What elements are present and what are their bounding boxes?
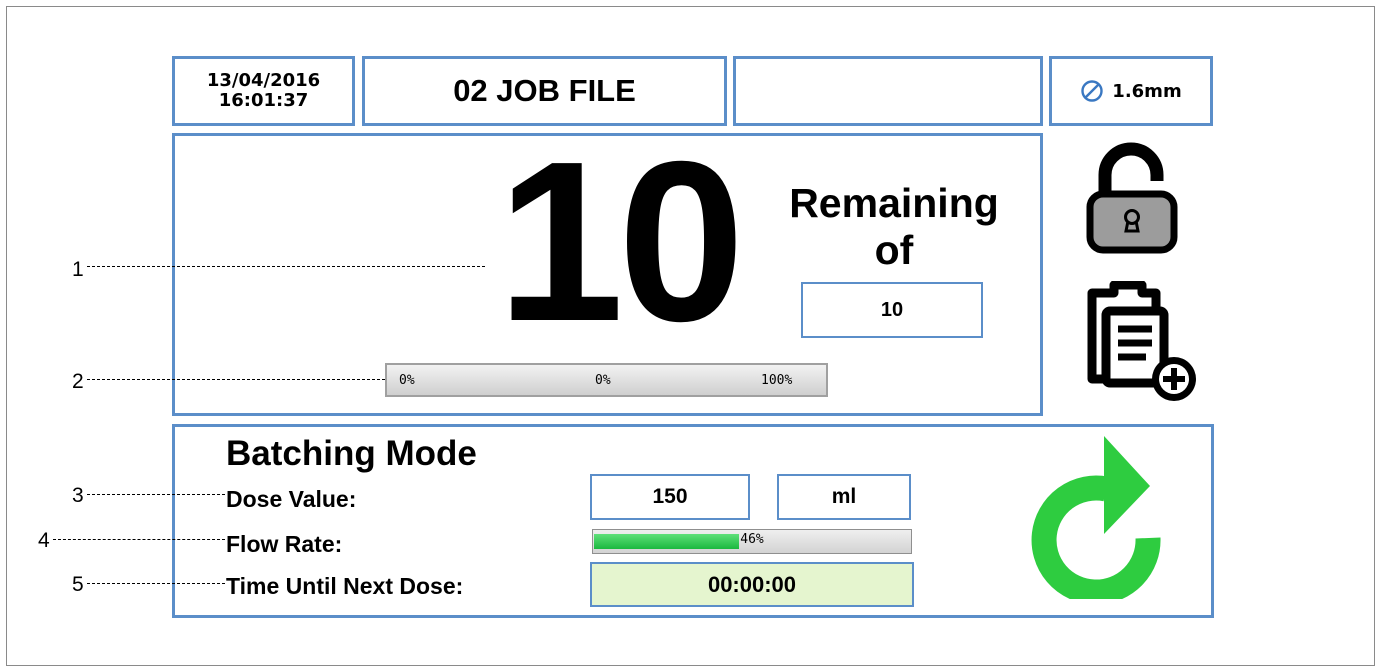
callout-leader-line-3 [87,494,225,495]
progress-current-label: 0% [595,373,611,388]
time-until-next-dose-label: Time Until Next Dose: [226,573,464,599]
callout-number-5: 5 [72,573,84,596]
time-text: 16:01:37 [218,90,309,111]
datetime-display: 13/04/2016 16:01:37 [172,56,355,126]
callout-leader-line-5 [87,583,225,584]
total-count-value: 10 [880,298,904,321]
job-progress-bar: 0% 0% 100% [385,363,828,397]
callout-number-1: 1 [72,258,84,281]
dose-unit-field[interactable]: ml [777,474,911,520]
nozzle-size-value: 1.6mm [1112,80,1182,102]
job-file-label: 02 JOB FILE [453,73,636,108]
date-text: 13/04/2016 [206,70,321,91]
progress-end-label: 100% [761,373,793,388]
callout-number-2: 2 [72,370,84,393]
dose-unit-text: ml [831,485,857,508]
unlocked-padlock-icon[interactable] [1085,137,1181,255]
of-label: of [874,227,914,273]
callout-number-4: 4 [38,529,50,552]
progress-start-label: 0% [399,373,415,388]
dose-value-label: Dose Value: [226,486,357,512]
next-dose-timer-value: 00:00:00 [707,571,797,597]
remaining-count: 10 [497,115,745,369]
callout-leader-line-4 [53,539,225,540]
total-count-field[interactable]: 10 [801,282,983,338]
flow-rate-percent: 46% [740,532,764,547]
dose-value-field[interactable]: 150 [590,474,750,520]
callout-leader-line-1 [87,266,485,267]
remaining-label: Remaining [789,180,999,226]
refresh-icon[interactable] [1020,434,1170,599]
nozzle-size-button[interactable]: 1.6mm [1049,56,1213,126]
add-file-icon[interactable] [1084,281,1202,405]
status-field [733,56,1043,126]
callout-leader-line-2 [87,379,385,380]
callout-number-3: 3 [72,484,84,507]
nozzle-diameter-icon [1081,80,1103,102]
flow-rate-label: Flow Rate: [226,531,343,557]
batching-mode-title: Batching Mode [226,434,477,473]
dose-value-text: 150 [652,485,688,508]
next-dose-timer: 00:00:00 [590,562,914,607]
flow-rate-bar: 46% [592,529,912,554]
